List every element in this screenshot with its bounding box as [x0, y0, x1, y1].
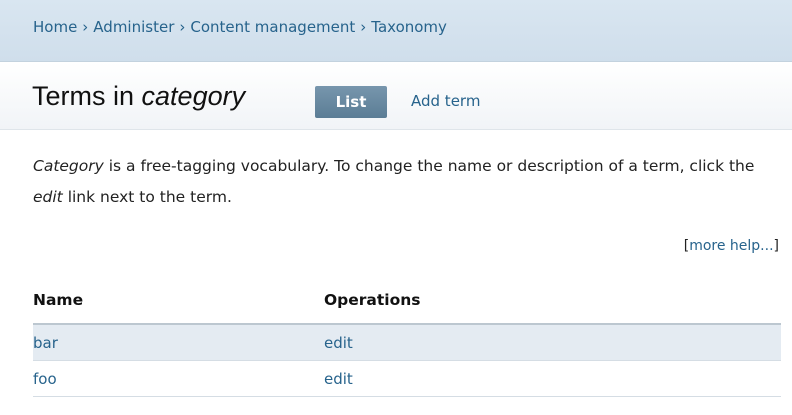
- more-help: [more help...]: [684, 238, 779, 254]
- column-header-operations: Operations: [324, 291, 421, 309]
- breadcrumb-taxonomy[interactable]: Taxonomy: [371, 18, 447, 36]
- breadcrumb-separator: ›: [179, 18, 186, 36]
- table-row: bar edit: [33, 325, 781, 361]
- tab-add-term[interactable]: Add term: [411, 92, 480, 110]
- breadcrumb-separator: ›: [360, 18, 367, 36]
- edit-link[interactable]: edit: [324, 334, 353, 352]
- tab-list[interactable]: List: [315, 86, 387, 118]
- edit-link[interactable]: edit: [324, 370, 353, 388]
- description-edit-word: edit: [33, 188, 63, 206]
- breadcrumb-separator: ›: [82, 18, 89, 36]
- breadcrumb-administer[interactable]: Administer: [93, 18, 174, 36]
- column-header-name[interactable]: Name: [33, 291, 83, 309]
- page-title: Terms in category: [32, 81, 245, 112]
- description-text-1: is a free-tagging vocabulary. To change …: [103, 157, 755, 175]
- breadcrumb-content-management[interactable]: Content management: [190, 18, 355, 36]
- more-help-link[interactable]: more help...: [689, 238, 773, 254]
- page-title-prefix: Terms in: [32, 81, 142, 111]
- term-name-link[interactable]: bar: [33, 334, 58, 352]
- breadcrumb-home[interactable]: Home: [33, 18, 77, 36]
- more-help-close-bracket: ]: [773, 238, 779, 254]
- description-text-2: link next to the term.: [62, 188, 232, 206]
- vocab-name: Category: [33, 157, 104, 175]
- vocabulary-description: Category is a free-tagging vocabulary. T…: [33, 151, 773, 213]
- table-row: foo edit: [33, 361, 781, 397]
- breadcrumb: Home › Administer › Content management › Taxon…: [0, 0, 792, 62]
- page-header: Terms in category: [0, 62, 792, 130]
- page-title-vocab: category: [141, 81, 246, 111]
- term-name-link[interactable]: foo: [33, 370, 57, 388]
